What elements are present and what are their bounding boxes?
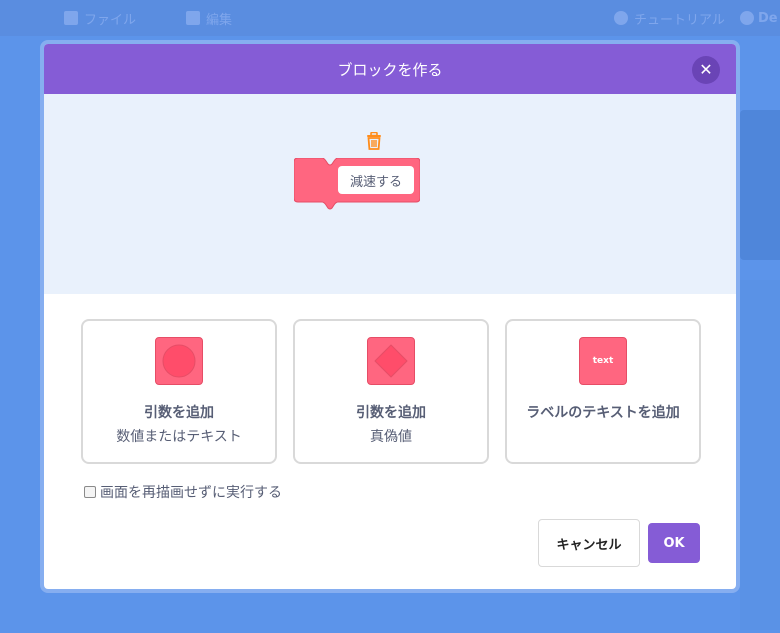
add-label-text-button[interactable]: text ラベルのテキストを追加 (505, 319, 701, 464)
dialog-header: ブロックを作る ✕ (44, 44, 736, 94)
run-without-refresh-label: 画面を再描画せずに実行する (100, 485, 282, 501)
run-without-refresh-row[interactable]: 画面を再描画せずに実行する (84, 482, 282, 502)
lightbulb-icon (614, 11, 628, 25)
custom-block-preview[interactable]: 減速する (294, 158, 420, 210)
add-options: 引数を追加 数値またはテキスト 引数を追加 真偽値 text ラベルのテキストを… (81, 319, 701, 464)
file-icon (64, 11, 78, 25)
option-subtitle: 数値またはテキスト (116, 429, 242, 445)
trash-icon[interactable] (366, 132, 382, 150)
label-text-icon: text (579, 337, 627, 385)
dev-icon (740, 11, 754, 25)
run-without-refresh-checkbox[interactable] (84, 486, 96, 498)
background-stage (740, 110, 780, 260)
option-title: 引数を追加 (356, 405, 426, 421)
boolean-input-icon (367, 337, 415, 385)
edit-icon (186, 11, 201, 25)
option-title: 引数を追加 (144, 405, 214, 421)
menu-file[interactable]: ファイル (64, 9, 136, 28)
add-boolean-input-button[interactable]: 引数を追加 真偽値 (293, 319, 489, 464)
close-button[interactable]: ✕ (692, 56, 720, 84)
menu-edit[interactable]: 編集 (186, 9, 232, 28)
menu-bar: ファイル 編集 チュートリアル De (0, 0, 780, 36)
background-panel (740, 280, 780, 630)
dialog-title: ブロックを作る (337, 60, 443, 79)
block-name-input[interactable]: 減速する (338, 166, 414, 194)
ok-button[interactable]: OK (648, 523, 700, 563)
add-number-text-input-button[interactable]: 引数を追加 数値またはテキスト (81, 319, 277, 464)
menu-tutorial[interactable]: チュートリアル (614, 0, 725, 36)
round-input-icon (155, 337, 203, 385)
option-title: ラベルのテキストを追加 (526, 405, 680, 421)
block-preview-area: 減速する (44, 94, 736, 294)
cancel-button[interactable]: キャンセル (538, 519, 640, 567)
close-icon: ✕ (699, 60, 713, 79)
make-block-dialog: ブロックを作る ✕ 減速する 引数を追加 数値またはテキスト 引数を追加 真偽値… (40, 40, 740, 593)
option-subtitle: 真偽値 (370, 429, 412, 445)
menu-dev[interactable]: De (740, 0, 778, 36)
